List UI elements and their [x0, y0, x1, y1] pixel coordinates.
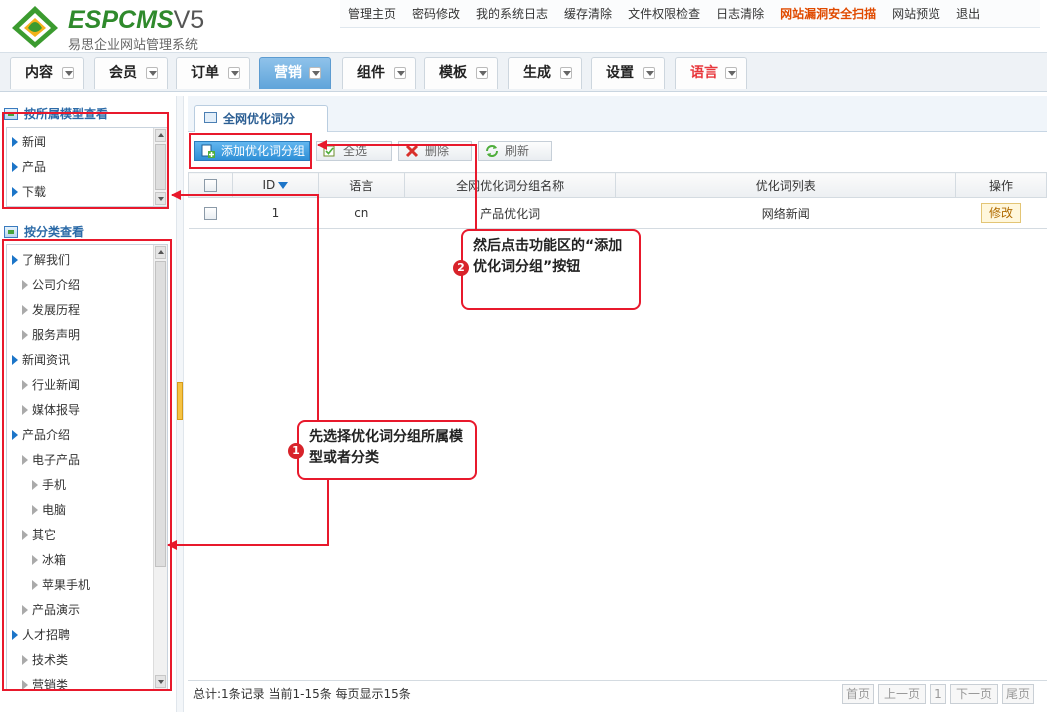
top-link-4[interactable]: 文件权限检查 — [620, 0, 708, 30]
main-nav-item-3[interactable]: 营销 — [259, 57, 331, 89]
cell-language: cn — [318, 197, 405, 229]
top-link-7[interactable]: 网站预览 — [884, 0, 948, 30]
select-all-button[interactable]: 全选 — [316, 141, 392, 161]
step2-badge: 2 — [453, 260, 469, 276]
row-checkbox-cell[interactable] — [188, 197, 233, 229]
sort-desc-icon[interactable] — [278, 182, 289, 189]
toolbar: 添加优化词分组 全选 删除 刷新 — [188, 133, 1047, 169]
chevron-down-icon[interactable] — [394, 67, 406, 79]
sidebar-splitter[interactable] — [176, 96, 184, 712]
select-all-checkbox-cell[interactable] — [188, 172, 233, 198]
cell-actions: 修改 — [955, 197, 1047, 229]
main-nav: 内容 会员 订单 营销 组件 模板 生成 设置 语言 — [0, 52, 1047, 92]
main-nav-item-1[interactable]: 会员 — [94, 57, 168, 89]
row-checkbox[interactable] — [203, 207, 217, 220]
select-all-icon — [323, 145, 335, 157]
delete-icon — [405, 144, 419, 158]
keyword-group-table: ID 语言 全网优化词分组名称 优化词列表 操作 1 cn 产品优化词 网络新闻 修改 — [188, 172, 1047, 229]
refresh-icon — [486, 145, 498, 157]
first-page-button[interactable]: 首页 — [842, 684, 874, 704]
record-summary: 总计:1条记录 当前1-15条 每页显示15条 — [193, 687, 411, 701]
main-nav-item-4[interactable]: 组件 — [342, 57, 416, 89]
panel-icon — [4, 226, 18, 238]
top-link-0[interactable]: 管理主页 — [340, 0, 404, 30]
cell-keyword-list: 网络新闻 — [615, 197, 956, 229]
header: ESPCMSV5 易思企业网站管理系统 管理主页 密码修改 我的系统日志 缓存清除 文件… — [0, 0, 1047, 92]
highlight-model-list — [2, 112, 169, 209]
logo-wordmark: ESPCMSV5 — [68, 6, 205, 34]
window-icon — [204, 112, 217, 123]
next-page-button[interactable]: 下一页 — [950, 684, 998, 704]
chevron-down-icon[interactable] — [62, 67, 74, 79]
pagination-bar: 总计:1条记录 当前1-15条 每页显示15条 首页 上一页 1 下一页 尾页 — [188, 680, 1047, 708]
chevron-down-icon[interactable] — [476, 67, 488, 79]
main-content: 全网优化词分 添加优化词分组 全选 删除 刷新 ID 语言 全网优化词分组名称 — [188, 96, 1047, 712]
main-nav-item-6[interactable]: 生成 — [508, 57, 582, 89]
step1-badge: 1 — [288, 443, 304, 459]
column-keyword-list: 优化词列表 — [615, 172, 957, 198]
chevron-down-icon[interactable] — [228, 67, 240, 79]
logo-icon — [12, 6, 58, 48]
chevron-down-icon[interactable] — [643, 67, 655, 79]
main-nav-item-7[interactable]: 设置 — [591, 57, 665, 89]
top-links: 管理主页 密码修改 我的系统日志 缓存清除 文件权限检查 日志清除 网站漏洞安全扫描 网站预览… — [340, 0, 988, 30]
prev-page-button[interactable]: 上一页 — [878, 684, 926, 704]
table-header-row: ID 语言 全网优化词分组名称 优化词列表 操作 — [188, 172, 1047, 198]
callout-step2: 然后点击功能区的“添加优化词分组”按钮 — [461, 229, 641, 310]
column-language: 语言 — [317, 172, 405, 198]
chevron-down-icon[interactable] — [146, 67, 158, 79]
last-page-button[interactable]: 尾页 — [1002, 684, 1034, 704]
top-link-1[interactable]: 密码修改 — [404, 0, 468, 30]
main-nav-item-2[interactable]: 订单 — [176, 57, 250, 89]
logo-subtitle: 易思企业网站管理系统 — [68, 38, 199, 53]
highlight-add-button — [189, 133, 312, 169]
tab-keyword-groups[interactable]: 全网优化词分 — [194, 105, 328, 132]
chevron-down-icon[interactable] — [725, 67, 737, 79]
logo: ESPCMSV5 易思企业网站管理系统 — [10, 4, 230, 53]
top-link-6[interactable]: 网站漏洞安全扫描 — [772, 0, 884, 30]
top-link-2[interactable]: 我的系统日志 — [468, 0, 556, 30]
page-number[interactable]: 1 — [930, 684, 946, 704]
select-all-checkbox[interactable] — [203, 179, 217, 192]
top-link-5[interactable]: 日志清除 — [708, 0, 772, 30]
column-group-name: 全网优化词分组名称 — [403, 172, 617, 198]
chevron-down-icon[interactable] — [309, 67, 321, 79]
delete-button[interactable]: 删除 — [398, 141, 472, 161]
column-id[interactable]: ID — [231, 172, 319, 198]
edit-button[interactable]: 修改 — [981, 203, 1022, 223]
highlight-category-tree — [2, 239, 172, 691]
table-row: 1 cn 产品优化词 网络新闻 修改 — [188, 197, 1047, 229]
cell-id: 1 — [232, 197, 319, 229]
main-nav-item-5[interactable]: 模板 — [424, 57, 498, 89]
main-nav-item-8[interactable]: 语言 — [675, 57, 747, 89]
main-nav-item-0[interactable]: 内容 — [10, 57, 84, 89]
top-link-8[interactable]: 退出 — [948, 0, 988, 30]
refresh-button[interactable]: 刷新 — [478, 141, 552, 161]
chevron-down-icon[interactable] — [560, 67, 572, 79]
top-link-3[interactable]: 缓存清除 — [556, 0, 620, 30]
column-actions: 操作 — [955, 172, 1047, 198]
callout-step1: 先选择优化词分组所属模型或者分类 — [297, 420, 477, 480]
tab-bar: 全网优化词分 — [188, 96, 1047, 132]
collapse-handle[interactable] — [177, 382, 183, 420]
cell-group-name: 产品优化词 — [404, 197, 616, 229]
